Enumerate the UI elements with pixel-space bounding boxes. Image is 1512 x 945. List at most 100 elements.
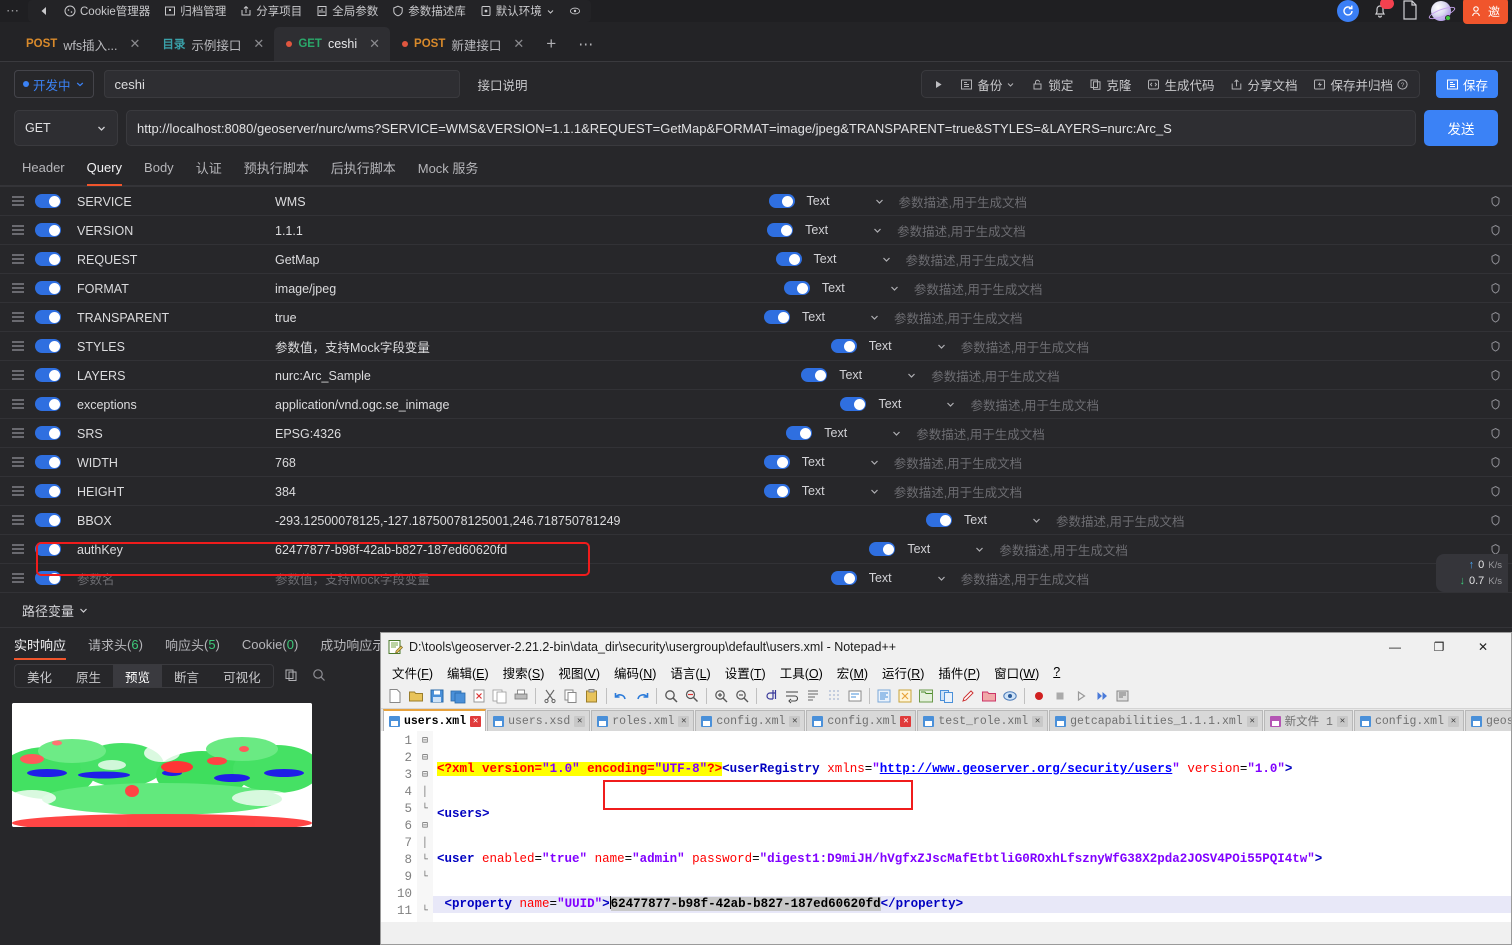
param-enabled-toggle[interactable] — [35, 368, 73, 382]
backup-button[interactable]: 备份 — [953, 72, 1022, 96]
param-name-cell[interactable]: WIDTH — [73, 455, 275, 470]
param-row-action-icon[interactable] — [1478, 311, 1512, 324]
table-row[interactable]: REQUESTGetMapText参数描述,用于生成文档 — [0, 245, 1512, 274]
close-icon[interactable]: ✕ — [1032, 716, 1043, 727]
table-row[interactable]: FORMATimage/jpegText参数描述,用于生成文档 — [0, 274, 1512, 303]
request-tab-2[interactable]: GET ceshi ✕ — [274, 27, 390, 61]
drag-handle[interactable] — [0, 312, 35, 322]
file-tab-5[interactable]: test_role.xml✕ — [917, 710, 1048, 731]
code-content[interactable]: <?xml version="1.0" encoding="UTF-8"?><u… — [433, 731, 1511, 922]
undo-icon[interactable] — [611, 686, 631, 706]
doc-map-icon[interactable] — [874, 686, 894, 706]
param-value-cell[interactable]: -293.12500078125,-127.18750078125001,246… — [275, 513, 914, 528]
menu-item-f[interactable]: 文件(F) — [385, 661, 440, 684]
param-enabled-toggle[interactable] — [35, 484, 73, 498]
param-required-toggle[interactable] — [819, 571, 869, 585]
table-row[interactable]: LAYERSnurc:Arc_SampleText参数描述,用于生成文档 — [0, 361, 1512, 390]
param-name-cell[interactable]: FORMAT — [73, 281, 275, 296]
drag-handle[interactable] — [0, 341, 35, 351]
menu-item-help[interactable]: ? — [1046, 663, 1067, 681]
clone-button[interactable]: 克隆 — [1082, 72, 1138, 96]
param-enabled-toggle[interactable] — [35, 281, 73, 295]
drag-handle[interactable] — [0, 225, 35, 235]
param-value-cell[interactable]: 62477877-b98f-42ab-b827-187ed60620fd — [275, 542, 857, 557]
param-value-cell[interactable]: EPSG:4326 — [275, 426, 774, 441]
param-enabled-toggle[interactable] — [35, 310, 73, 324]
drag-handle[interactable] — [0, 544, 35, 554]
param-required-toggle[interactable] — [772, 281, 822, 295]
view-raw[interactable]: 原生 — [64, 664, 113, 688]
record-macro-icon[interactable] — [1029, 686, 1049, 706]
fold-marker[interactable]: ⊟ — [417, 767, 433, 784]
param-type-select[interactable]: Text — [869, 571, 961, 585]
param-name-cell[interactable]: SRS — [73, 426, 275, 441]
zoom-out-icon[interactable] — [732, 686, 752, 706]
url-input[interactable]: http://localhost:8080/geoserver/nurc/wms… — [126, 110, 1416, 146]
param-row-action-icon[interactable] — [1478, 514, 1512, 527]
param-required-toggle[interactable] — [755, 223, 805, 237]
table-row[interactable]: VERSION1.1.1Text参数描述,用于生成文档 — [0, 216, 1512, 245]
param-value-cell[interactable]: 参数值，支持Mock字段变量 — [275, 337, 819, 356]
param-name-cell[interactable]: authKey — [73, 542, 275, 557]
table-row[interactable]: SERVICEWMSText参数描述,用于生成文档 — [0, 187, 1512, 216]
param-value-cell[interactable]: 768 — [275, 455, 752, 470]
param-description-cell[interactable]: 参数描述,用于生成文档 — [916, 424, 1478, 443]
menu-item-s[interactable]: 搜索(S) — [496, 661, 552, 684]
indent-guide-icon[interactable] — [824, 686, 844, 706]
param-type-select[interactable]: Text — [869, 339, 961, 353]
menu-item-l[interactable]: 语言(L) — [663, 661, 717, 684]
param-row-action-icon[interactable] — [1478, 253, 1512, 266]
save-macro-icon[interactable] — [1113, 686, 1133, 706]
find-icon[interactable] — [661, 686, 681, 706]
param-value-cell[interactable]: nurc:Arc_Sample — [275, 368, 789, 383]
file-tab-2[interactable]: roles.xml✕ — [591, 710, 694, 731]
param-value-cell[interactable]: 参数值，支持Mock字段变量 — [275, 569, 819, 588]
open-folder-icon[interactable] — [979, 686, 999, 706]
send-button[interactable]: 发送 — [1424, 110, 1498, 146]
file-tab-0[interactable]: users.xml✕ — [383, 709, 486, 731]
request-tab-0[interactable]: POST wfs插入... ✕ — [14, 27, 150, 61]
path-variables-section[interactable]: 路径变量 — [0, 593, 1512, 627]
tab-query[interactable]: Query — [87, 150, 122, 186]
param-value-cell[interactable]: 384 — [275, 484, 752, 499]
param-required-toggle[interactable] — [757, 194, 807, 208]
tab-post-script[interactable]: 后执行脚本 — [331, 150, 396, 186]
param-required-toggle[interactable] — [789, 368, 839, 382]
param-type-select[interactable]: Text — [814, 252, 906, 266]
param-enabled-toggle[interactable] — [35, 194, 73, 208]
menu-item-e[interactable]: 编辑(E) — [440, 661, 496, 684]
notification-bell-icon[interactable] — [1371, 2, 1389, 20]
param-enabled-toggle[interactable] — [35, 513, 73, 527]
save-all-icon[interactable] — [448, 686, 468, 706]
drag-handle[interactable] — [0, 370, 35, 380]
param-enabled-toggle[interactable] — [35, 542, 73, 556]
file-tab-9[interactable]: geoserver.log✕ — [1465, 710, 1511, 731]
param-row-action-icon[interactable] — [1478, 485, 1512, 498]
drag-handle[interactable] — [0, 486, 35, 496]
param-type-select[interactable]: Text — [907, 542, 999, 556]
drag-handle[interactable] — [0, 254, 35, 264]
tab-body[interactable]: Body — [144, 150, 174, 186]
print-icon[interactable] — [511, 686, 531, 706]
param-required-toggle[interactable] — [764, 252, 814, 266]
request-tab-3[interactable]: POST 新建接口 ✕ — [390, 27, 534, 61]
file-tab-7[interactable]: 新文件 1✕ — [1264, 710, 1353, 731]
http-method-select[interactable]: GET — [14, 110, 118, 146]
notepadpp-window[interactable]: D:\tools\geoserver-2.21.2-bin\data_dir\s… — [380, 632, 1512, 945]
param-description-cell[interactable]: 参数描述,用于生成文档 — [970, 395, 1478, 414]
tab-pre-script[interactable]: 预执行脚本 — [244, 150, 309, 186]
menu-item-v[interactable]: 视图(V) — [551, 661, 607, 684]
menu-item-w[interactable]: 窗口(W) — [987, 661, 1046, 684]
run-button[interactable] — [926, 72, 951, 96]
copy-icon[interactable] — [284, 668, 298, 685]
param-enabled-toggle[interactable] — [35, 223, 73, 237]
save-button[interactable]: 保存 — [1436, 70, 1498, 98]
tab-success-example[interactable]: 成功响应示 — [320, 628, 385, 662]
menu-item-p[interactable]: 插件(P) — [931, 661, 987, 684]
toolbar-item-cookie-manager[interactable]: Cookie管理器 — [64, 3, 150, 19]
drag-handle[interactable] — [0, 428, 35, 438]
param-type-select[interactable]: Text — [964, 513, 1056, 527]
open-file-icon[interactable] — [406, 686, 426, 706]
param-required-toggle[interactable] — [752, 484, 802, 498]
param-type-select[interactable]: Text — [839, 368, 931, 382]
